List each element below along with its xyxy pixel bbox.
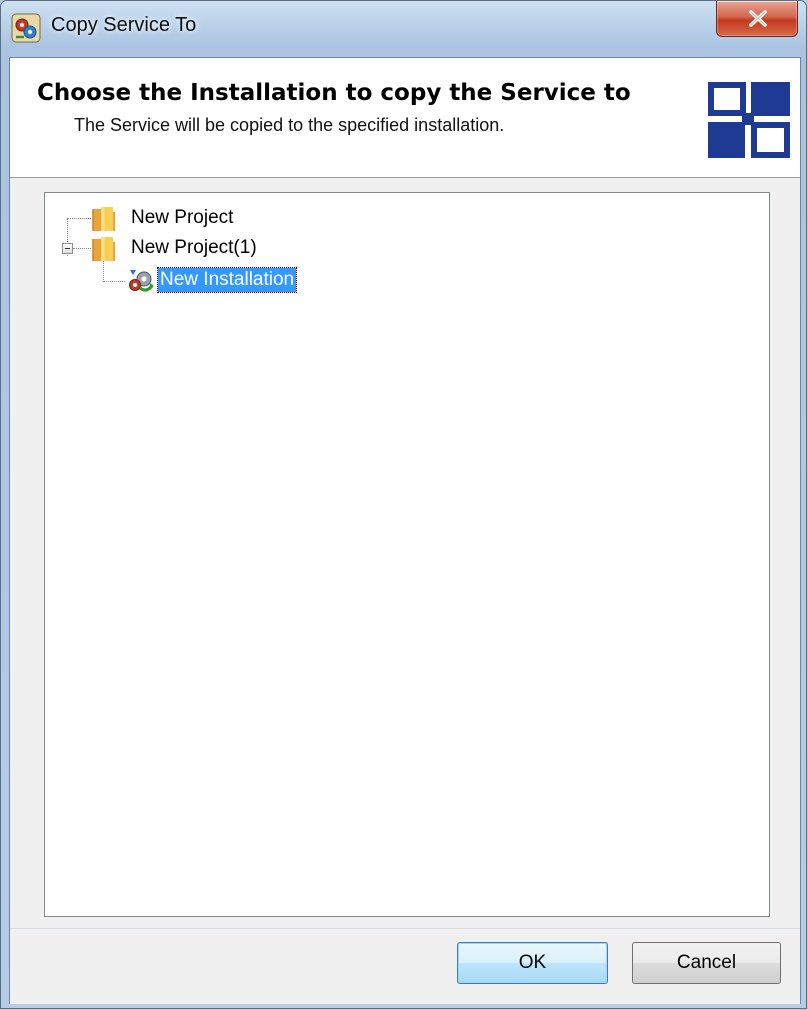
installation-tree[interactable]: New Project New Project(1) New Installat… — [44, 192, 770, 917]
brand-logo-icon — [708, 82, 790, 158]
wizard-header: Choose the Installation to copy the Serv… — [10, 58, 800, 178]
dialog-body: Choose the Installation to copy the Serv… — [9, 57, 801, 1004]
tree-node-new-project-1[interactable]: New Project(1) — [45, 235, 445, 261]
folder-icon — [92, 237, 115, 261]
tree-node-new-installation[interactable]: New Installation — [45, 267, 445, 293]
close-x-icon — [749, 10, 767, 27]
ok-button[interactable]: OK — [457, 942, 608, 984]
header-subtitle: The Service will be copied to the specif… — [74, 115, 505, 135]
copy-service-dialog: Copy Service To Choose the Installation … — [0, 0, 807, 1009]
installation-gear-icon — [129, 270, 154, 292]
header-title: Choose the Installation to copy the Serv… — [37, 80, 631, 106]
tree-node-label[interactable]: New Installation — [156, 267, 298, 293]
tree-node-new-project[interactable]: New Project — [45, 205, 445, 231]
tree-node-label[interactable]: New Project — [131, 206, 233, 230]
copy-service-app-icon — [11, 13, 41, 43]
close-button[interactable] — [716, 1, 798, 37]
dialog-footer: OK Cancel — [10, 928, 800, 1004]
title-bar[interactable]: Copy Service To — [1, 1, 806, 57]
window-title: Copy Service To — [51, 14, 197, 36]
tree-node-label[interactable]: New Project(1) — [131, 236, 257, 260]
folder-icon — [92, 207, 115, 231]
collapse-toggle[interactable] — [62, 243, 73, 254]
cancel-button[interactable]: Cancel — [632, 942, 781, 984]
